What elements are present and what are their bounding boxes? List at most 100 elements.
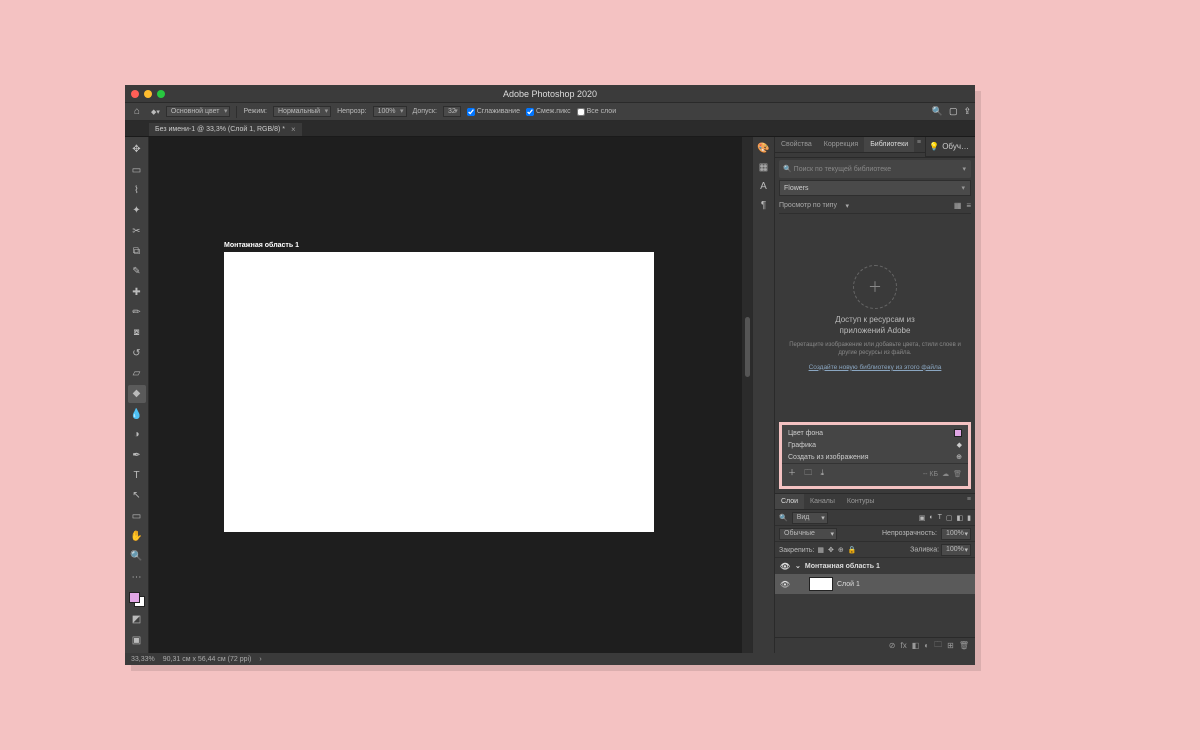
screenmode-tool[interactable]: ▣ (128, 632, 146, 649)
rail-color-icon[interactable]: 🎨 (757, 143, 769, 154)
brush-tool[interactable]: ✏ (128, 304, 146, 321)
move-tool[interactable]: ✥ (128, 141, 146, 158)
tab-properties[interactable]: Свойства (775, 137, 818, 152)
blur-tool[interactable]: 💧 (128, 406, 146, 423)
stamp-tool[interactable]: ⧇ (128, 324, 146, 341)
rail-para-icon[interactable]: ¶ (761, 200, 766, 211)
color-swatches[interactable] (128, 591, 146, 608)
path-tool[interactable]: ↖ (128, 487, 146, 504)
bucket-tool[interactable]: ◆ (128, 385, 146, 402)
add-icon[interactable]: ＋ (788, 468, 796, 477)
artboard[interactable] (224, 252, 654, 532)
vertical-scrollbar[interactable] (742, 137, 752, 653)
filter-shape-icon[interactable]: ▢ (946, 514, 953, 522)
create-from-image-row[interactable]: Создать из изображения ⊕ (782, 451, 968, 463)
document-tab[interactable]: Без имени-1 @ 33,3% (Слой 1, RGB/8) * × (149, 123, 302, 136)
canvas-area[interactable]: Монтажная область 1 (149, 137, 753, 653)
layers-menu-icon[interactable]: ≡ (967, 496, 971, 503)
status-zoom[interactable]: 33,33% (131, 656, 155, 663)
mode-dropdown[interactable]: Нормальный (273, 106, 331, 117)
grid-view-icon[interactable]: ▦ (954, 201, 962, 210)
filter-image-icon[interactable]: ▣ (919, 514, 926, 522)
fx-icon[interactable]: fx (901, 641, 907, 650)
list-view-icon[interactable]: ≡ (966, 201, 971, 210)
layer-row[interactable]: 👁 Слой 1 (775, 574, 975, 594)
tab-libraries[interactable]: Библиотеки (864, 137, 914, 152)
filter-kind-dropdown[interactable]: Вид (792, 512, 828, 524)
library-search[interactable]: 🔍 Поиск по текущей библиотеке (779, 160, 971, 178)
status-docinfo[interactable]: 90,31 см x 56,44 см (72 ppi) (163, 656, 252, 663)
learn-section[interactable]: 💡 Обуч… (925, 137, 975, 157)
cloud-icon[interactable]: ☁ (942, 470, 949, 478)
healing-tool[interactable]: ✚ (128, 284, 146, 301)
foreground-swatch[interactable] (129, 592, 140, 603)
blend-mode-dropdown[interactable]: Обычные (779, 528, 837, 540)
tab-adjustments[interactable]: Коррекция (818, 137, 864, 152)
minimize-dot[interactable] (144, 90, 152, 98)
layers-artboard-header[interactable]: 👁 ⌄ Монтажная область 1 (775, 558, 975, 574)
alllayers-checkbox[interactable] (577, 108, 585, 116)
rail-swatches-icon[interactable]: ▦ (759, 162, 768, 173)
share-icon[interactable]: ⇪ (963, 106, 971, 116)
lock-all-icon[interactable]: 🔒 (848, 547, 857, 554)
new-layer-icon[interactable]: ⊞ (947, 641, 954, 650)
lasso-tool[interactable]: ⌇ (128, 182, 146, 199)
panel-menu-icon[interactable]: ≡ (917, 139, 921, 146)
filter-search-icon[interactable]: 🔍 (779, 514, 788, 522)
tolerance-input[interactable]: 32 (443, 106, 461, 117)
visibility-icon[interactable]: 👁 (779, 562, 791, 571)
mask-icon[interactable]: ◧ (912, 641, 920, 650)
filter-toggle[interactable]: ▮ (967, 514, 971, 522)
viewby-dropdown[interactable]: Просмотр по типу (779, 202, 849, 209)
group-icon[interactable]: 🗀 (934, 639, 942, 653)
crop-tool[interactable]: ✂ (128, 222, 146, 239)
lock-pixels-icon[interactable]: ▦ (817, 547, 824, 554)
status-chevron-icon[interactable]: › (259, 656, 261, 663)
link-layers-icon[interactable]: ⊘ (889, 641, 896, 650)
dodge-tool[interactable]: ◑ (128, 426, 146, 443)
filter-smart-icon[interactable]: ◧ (957, 514, 964, 522)
filter-type-icon[interactable]: T (938, 514, 942, 521)
tool-preset-icon[interactable]: ◆▾ (151, 108, 160, 116)
quickmask-tool[interactable]: ◩ (128, 611, 146, 628)
adjustment-icon[interactable]: ◐ (924, 641, 929, 650)
frame-tool[interactable]: ⧉ (128, 243, 146, 260)
trash-icon[interactable]: 🗑 (953, 470, 962, 478)
foreground-dropdown[interactable]: Основной цвет (166, 106, 231, 117)
close-tab-icon[interactable]: × (291, 125, 296, 134)
chevron-down-icon[interactable]: ⌄ (795, 562, 801, 570)
upload-icon[interactable]: ⤓ (820, 468, 824, 477)
pen-tool[interactable]: ✒ (128, 446, 146, 463)
scroll-thumb[interactable] (745, 317, 750, 377)
eyedropper-tool[interactable]: ✎ (128, 263, 146, 280)
marquee-tool[interactable]: ▭ (128, 161, 146, 178)
library-create-link[interactable]: Создайте новую библиотеку из этого файла (809, 364, 942, 371)
hand-tool[interactable]: ✋ (128, 528, 146, 545)
antialias-checkbox[interactable] (467, 108, 475, 116)
workspace-icon[interactable]: ▢ (949, 106, 958, 116)
tab-channels[interactable]: Каналы (804, 494, 841, 509)
tab-paths[interactable]: Контуры (841, 494, 880, 509)
graphic-row[interactable]: Графика ◆ (782, 439, 968, 451)
eraser-tool[interactable]: ▱ (128, 365, 146, 382)
search-icon[interactable]: 🔍 (932, 106, 943, 116)
rail-char-icon[interactable]: A (760, 181, 767, 192)
fill-input[interactable]: 100% (941, 544, 971, 556)
zoom-tool[interactable]: 🔍 (128, 548, 146, 565)
tab-layers[interactable]: Слои (775, 494, 804, 509)
filter-adjust-icon[interactable]: ◐ (929, 514, 933, 521)
wand-tool[interactable]: ✦ (128, 202, 146, 219)
opacity-input[interactable]: 100% (373, 106, 407, 117)
bg-color-row[interactable]: Цвет фона (782, 427, 968, 439)
contiguous-checkbox[interactable] (526, 108, 534, 116)
zoom-dot[interactable] (157, 90, 165, 98)
new-folder-icon[interactable]: 🗀 (804, 468, 812, 477)
layer-opacity-input[interactable]: 100% (941, 528, 971, 540)
history-brush-tool[interactable]: ↺ (128, 345, 146, 362)
add-circle-icon[interactable]: ＋ (853, 265, 897, 309)
close-dot[interactable] (131, 90, 139, 98)
home-icon[interactable]: ⌂ (129, 106, 145, 117)
visibility-icon[interactable]: 👁 (779, 580, 791, 589)
type-tool[interactable]: T (128, 467, 146, 484)
more-tools[interactable]: ⋯ (128, 569, 146, 586)
